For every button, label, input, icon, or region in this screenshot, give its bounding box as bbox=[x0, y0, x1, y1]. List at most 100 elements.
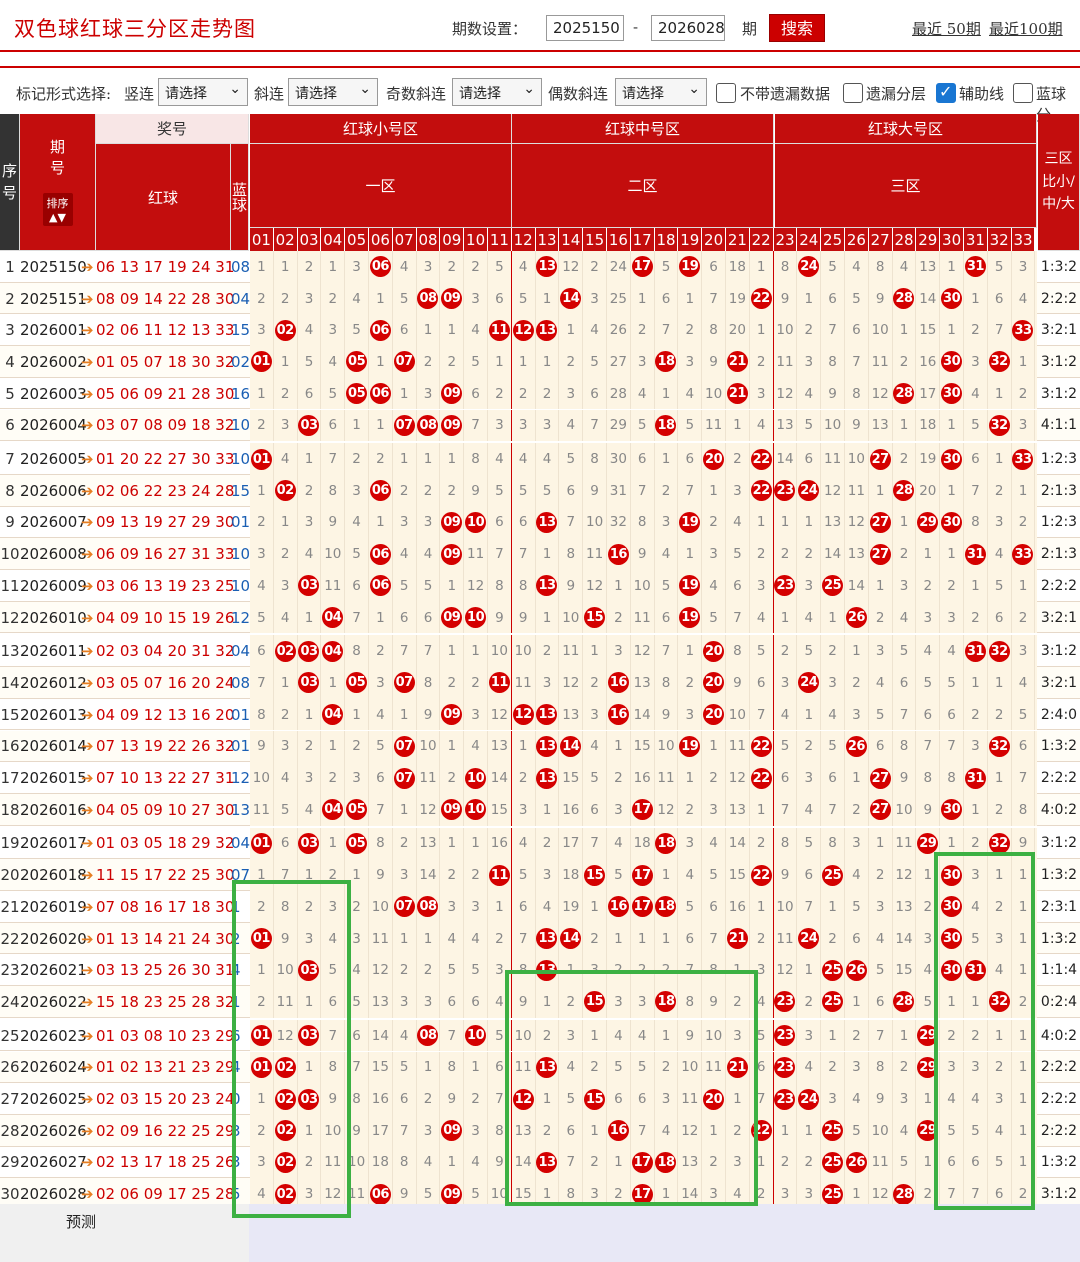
drawn-ball: 25 bbox=[822, 575, 844, 597]
omission-cell: 3 bbox=[845, 827, 869, 860]
omission-cell: 1 bbox=[1012, 570, 1036, 602]
table-row[interactable]: 4 2026002 ➔ 01 05 07 18 30 32 02 01 1 5 4 05 1 07 2 2… bbox=[0, 346, 1080, 378]
drawn-ball: 05 bbox=[346, 672, 368, 694]
row-blue-ball: 13 bbox=[231, 800, 251, 819]
predict-area[interactable] bbox=[249, 1204, 1080, 1262]
diag-select[interactable]: 请选择 ⌄ bbox=[288, 78, 378, 106]
vert-select[interactable]: 请选择 ⌄ bbox=[158, 78, 248, 106]
omission-cell: 3 bbox=[821, 1083, 845, 1115]
row-period: 2026002 bbox=[20, 352, 87, 371]
table-row[interactable]: 1 2025150 ➔ 06 13 17 19 24 31 08 1 1 2 1 3 06 4 3 2 2 5… bbox=[0, 251, 1080, 283]
omission-cell: 1 bbox=[321, 730, 346, 763]
table-row[interactable]: 6 2026004 ➔ 03 07 08 09 18 32 10 2 3 03 6 1 1 07 08 0… bbox=[0, 409, 1080, 442]
omission-cell: 5 bbox=[631, 1051, 655, 1084]
omission-cell: 14 bbox=[916, 282, 941, 315]
no-omission-checkbox[interactable] bbox=[716, 83, 736, 103]
table-row[interactable]: 16 2026014 ➔ 07 13 19 22 26 32 01 9 3 2 1 2 5 07 10 1… bbox=[0, 730, 1080, 763]
omission-cell: 8 bbox=[250, 698, 274, 731]
table-row[interactable]: 22 2026020 ➔ 01 13 14 21 24 30 2 01 9 3 4 3 11 1 1 4 4… bbox=[0, 922, 1080, 955]
row-blue-ball: 08 bbox=[231, 673, 251, 692]
table-row[interactable]: 12 2026010 ➔ 04 09 10 15 19 26 12 5 4 1 04 7 1 6 6 09… bbox=[0, 601, 1080, 634]
omission-cell: 3 bbox=[940, 1051, 964, 1084]
drawn-ball: 09 bbox=[441, 288, 463, 310]
omission-cell: 19 bbox=[559, 891, 584, 923]
table-row[interactable]: 20 2026018 ➔ 11 15 17 22 25 30 07 1 7 1 2 1 9 3 14 2 2… bbox=[0, 859, 1080, 891]
table-row[interactable]: 10 2026008 ➔ 06 09 16 27 31 33 10 3 2 4 10 5 06 4 4 0… bbox=[0, 538, 1080, 570]
omission-cell: 13 bbox=[774, 409, 798, 442]
omission-cell: 3 bbox=[321, 314, 346, 347]
ball-number-header: 31 bbox=[964, 228, 988, 251]
table-row[interactable]: 28 2026026 ➔ 02 09 16 22 25 29 3 2 02 1 10 9 17 7 3 0… bbox=[0, 1114, 1080, 1147]
omission-cell: 14 bbox=[631, 698, 655, 731]
table-row[interactable]: 19 2026017 ➔ 01 03 05 18 29 32 04 01 6 03 1 05 8 2 1… bbox=[0, 827, 1080, 860]
recent-50-link[interactable]: 最近 50期 bbox=[912, 18, 981, 39]
omission-cell: 4 bbox=[559, 1051, 584, 1084]
omission-cell: 5 bbox=[845, 282, 869, 315]
omission-cell: 5 bbox=[512, 474, 536, 507]
hit-cell: 22 bbox=[750, 282, 774, 315]
diag-select-value: 请选择 bbox=[295, 86, 337, 102]
table-row[interactable]: 17 2026015 ➔ 07 10 13 22 27 31 12 10 4 3 2 3 6 07 11… bbox=[0, 762, 1080, 794]
table-row[interactable]: 23 2026021 ➔ 03 13 25 26 30 31 4 1 10 03 5 4 12 2 2 5… bbox=[0, 954, 1080, 987]
omission-cell: 3 bbox=[1012, 635, 1036, 668]
drawn-ball: 17 bbox=[631, 256, 653, 278]
table-row[interactable]: 26 2026024 ➔ 01 02 13 21 23 29 4 01 02 1 8 7 15 5 1 8… bbox=[0, 1051, 1080, 1084]
omission-cell: 3 bbox=[393, 986, 417, 1018]
table-row[interactable]: 5 2026003 ➔ 05 06 09 21 28 30 16 1 2 6 5 05 06 1 3 09… bbox=[0, 377, 1080, 410]
table-row[interactable]: 18 2026016 ➔ 04 05 09 10 27 30 13 11 5 4 04 05 7 1 1… bbox=[0, 793, 1080, 826]
omission-cell: 2 bbox=[393, 474, 417, 507]
omission-cell: 1 bbox=[940, 986, 964, 1018]
row-red-balls: 01 05 07 18 30 32 bbox=[96, 352, 235, 371]
table-row[interactable]: 27 2026025 ➔ 02 03 15 20 23 24 0 1 02 03 9 8 16 6 2 9… bbox=[0, 1083, 1080, 1115]
omission-cell: 2 bbox=[702, 506, 726, 539]
hit-cell: 02 bbox=[274, 1114, 298, 1147]
table-row[interactable]: 14 2026012 ➔ 03 05 07 16 20 24 08 7 1 03 1 05 3 07 8… bbox=[0, 667, 1080, 699]
recent-100-link[interactable]: 最近100期 bbox=[989, 18, 1063, 39]
ball-number-header: 20 bbox=[702, 228, 726, 251]
table-row[interactable]: 8 2026006 ➔ 02 06 22 23 24 28 15 1 02 2 8 3 06 2 2 2 9… bbox=[0, 474, 1080, 507]
row-red-balls: 06 13 17 19 24 31 bbox=[96, 257, 235, 276]
table-row[interactable]: 29 2026027 ➔ 02 13 17 18 25 26 3 3 02 2 11 10 18 8 4… bbox=[0, 1146, 1080, 1179]
omission-cell: 1 bbox=[274, 506, 298, 539]
even-select[interactable]: 请选择 ⌄ bbox=[615, 78, 707, 106]
drawn-ball: 01 bbox=[250, 448, 272, 470]
odd-select[interactable]: 请选择 ⌄ bbox=[452, 78, 542, 106]
omission-cell: 6 bbox=[869, 730, 893, 763]
omission-cell: 6 bbox=[488, 282, 512, 315]
drawn-ball: 16 bbox=[607, 704, 629, 726]
row-red-balls: 02 13 17 18 25 26 bbox=[96, 1153, 235, 1172]
sort-button[interactable]: 排序 ▲▼ bbox=[42, 192, 73, 226]
hit-cell: 13 bbox=[536, 506, 560, 539]
blue-ball-checkbox[interactable] bbox=[1013, 83, 1033, 103]
table-row[interactable]: 9 2026007 ➔ 09 13 19 27 29 30 01 2 1 3 9 4 1 3 3 09 10… bbox=[0, 506, 1080, 539]
aux-line-checkbox[interactable] bbox=[936, 82, 956, 103]
hit-cell: 04 bbox=[321, 601, 346, 634]
search-button[interactable]: 搜索 bbox=[769, 14, 825, 42]
table-row[interactable]: 3 2026001 ➔ 02 06 11 12 13 33 15 3 02 4 3 5 06 6 1 1 4… bbox=[0, 314, 1080, 347]
table-row[interactable]: 11 2026009 ➔ 03 06 13 19 23 25 10 4 3 03 11 6 06 5 5… bbox=[0, 570, 1080, 602]
omission-cell: 8 bbox=[393, 1146, 417, 1179]
hit-cell: 18 bbox=[655, 346, 679, 378]
drawn-ball: 18 bbox=[655, 1151, 677, 1173]
period-to-input[interactable]: 2026028 bbox=[651, 15, 725, 41]
omission-cell: 1 bbox=[250, 859, 274, 891]
drawn-ball: 14 bbox=[560, 928, 582, 950]
arrow-icon: ➔ bbox=[81, 992, 94, 1011]
table-row[interactable]: 2 2025151 ➔ 08 09 14 22 28 30 04 2 2 3 2 4 1 5 08 09 3… bbox=[0, 282, 1080, 315]
table-row[interactable]: 15 2026013 ➔ 04 09 12 13 16 20 01 8 2 1 04 1 4 1 9 09… bbox=[0, 698, 1080, 731]
drawn-ball: 16 bbox=[607, 543, 629, 565]
omission-cell: 3 bbox=[488, 409, 512, 442]
omission-cell: 2 bbox=[417, 1083, 441, 1115]
omission-layer-checkbox[interactable] bbox=[843, 83, 863, 103]
table-row[interactable]: 13 2026011 ➔ 02 03 04 20 31 32 04 6 02 03 04 8 2 7 7… bbox=[0, 635, 1080, 668]
ball-number-header: 05 bbox=[345, 228, 369, 251]
table-row[interactable]: 25 2026023 ➔ 01 03 08 10 23 29 6 01 12 03 7 6 14 4 0… bbox=[0, 1019, 1080, 1052]
hit-cell: 14 bbox=[559, 730, 584, 763]
omission-cell: 4 bbox=[631, 377, 655, 410]
table-row[interactable]: 21 2026019 ➔ 07 08 16 17 18 30 1 2 8 2 3 2 10 07 08 3… bbox=[0, 891, 1080, 923]
period-from-input[interactable]: 2025150 bbox=[546, 15, 624, 41]
drawn-ball: 15 bbox=[584, 864, 606, 886]
table-row[interactable]: 7 2026005 ➔ 01 20 22 27 30 33 10 01 4 1 7 2 2 1 1 1 8 4… bbox=[0, 443, 1080, 475]
drawn-ball: 32 bbox=[988, 351, 1010, 373]
table-row[interactable]: 24 2026022 ➔ 15 18 23 25 28 32 1 2 11 1 6 5 13 3 3 6 6… bbox=[0, 986, 1080, 1018]
